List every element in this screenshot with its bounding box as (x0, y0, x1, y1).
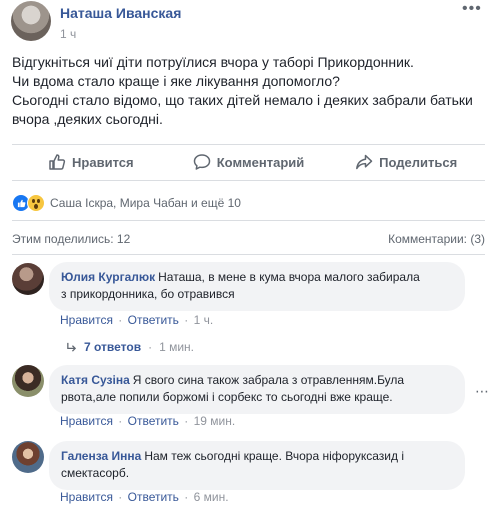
commenter-avatar[interactable] (12, 365, 44, 397)
speech-bubble-icon (193, 154, 210, 170)
commenter-avatar[interactable] (12, 263, 44, 295)
divider (12, 254, 485, 255)
comment-text-line: Нам теж сьогодні краще. Вчора ніфоруксаз… (144, 449, 404, 463)
comment-text-line: з прикордонника, бо отравився (61, 287, 235, 301)
comment-reply-link[interactable]: Ответить (128, 414, 179, 428)
post-card: Наташа Иванская 1 ч ••• Відгукніться чиї… (0, 0, 497, 513)
post-text-line: вчора ,деяких сьогодні. (12, 111, 163, 127)
comment-reply-link[interactable]: Ответить (128, 490, 179, 504)
post-text-line: Сьогодні стало відомо, що таких дітей не… (12, 92, 473, 108)
comment-reply-link[interactable]: Ответить (128, 313, 179, 327)
comment-label: Комментарий (216, 154, 305, 170)
comment-text-line: Наташа, в мене в кума вчора малого забир… (158, 270, 420, 284)
commenter-avatar[interactable] (12, 441, 44, 473)
thumbs-up-icon (49, 154, 66, 170)
divider (12, 180, 485, 181)
comment-like-link[interactable]: Нравится (60, 414, 113, 428)
author-avatar[interactable] (11, 1, 51, 41)
commenter-name[interactable]: Катя Сузіна (61, 373, 130, 387)
comment-text-line: Я свого сина також забрала з отравленням… (132, 373, 405, 387)
wow-reaction-icon (27, 194, 45, 212)
reactions-summary[interactable]: Саша Іскра, Мира Чабан и ещё 10 (12, 194, 241, 212)
share-arrow-icon (356, 154, 373, 170)
divider (12, 144, 485, 145)
comment-like-link[interactable]: Нравится (60, 313, 113, 327)
comment-like-link[interactable]: Нравится (60, 490, 113, 504)
share-label: Поделиться (379, 154, 458, 170)
comment-time[interactable]: 19 мин. (194, 414, 236, 428)
author-name[interactable]: Наташа Иванская (60, 5, 181, 21)
comment-meta: Нравится · Ответить · 6 мин. (60, 490, 229, 504)
post-timestamp[interactable]: 1 ч (60, 27, 76, 41)
action-bar: Нравится Комментарий Поделиться (12, 147, 485, 177)
comment-meta: Нравится · Ответить · 19 мин. (60, 414, 236, 428)
comment-text-line: рвота,але попили боржомі і сорбекс то сь… (61, 390, 393, 404)
comment-button[interactable]: Комментарий (170, 147, 328, 177)
like-button[interactable]: Нравится (12, 147, 170, 177)
view-replies[interactable]: 7 ответов · 1 мин. (66, 340, 194, 354)
replies-time: 1 мин. (159, 340, 194, 354)
replies-link[interactable]: 7 ответов (84, 340, 141, 354)
reactions-names[interactable]: Саша Іскра, Мира Чабан и ещё 10 (50, 196, 241, 210)
comment-bubble: Катя Сузіна Я свого сина також забрала з … (49, 365, 465, 414)
comments-count[interactable]: Комментарии: (3) (388, 232, 485, 246)
comment-bubble: Галенза Инна Нам теж сьогодні краще. Вчор… (49, 441, 465, 490)
comment-meta: Нравится · Ответить · 1 ч. (60, 313, 214, 327)
reply-arrow-icon (67, 342, 77, 352)
comment-time[interactable]: 1 ч. (194, 313, 214, 327)
more-options-icon[interactable]: ••• (462, 1, 486, 18)
post-text-line: Відгукніться чиї діти потруїлися вчора у… (12, 54, 414, 70)
post-text: Відгукніться чиї діти потруїлися вчора у… (12, 53, 482, 129)
like-label: Нравится (72, 154, 134, 170)
comment-options-icon[interactable]: ⋯ (475, 383, 489, 400)
divider (12, 220, 485, 221)
shares-count[interactable]: Этим поделились: 12 (12, 232, 130, 246)
post-text-line: Чи вдома стало краще і яке лікування доп… (12, 73, 340, 89)
comment-text-line: смектасорб. (61, 466, 130, 480)
share-button[interactable]: Поделиться (327, 147, 485, 177)
commenter-name[interactable]: Юлия Кургалюк (61, 270, 155, 284)
comment-bubble: Юлия Кургалюк Наташа, в мене в кума вчора… (49, 262, 465, 311)
comment-time[interactable]: 6 мин. (194, 490, 229, 504)
commenter-name[interactable]: Галенза Инна (61, 449, 141, 463)
